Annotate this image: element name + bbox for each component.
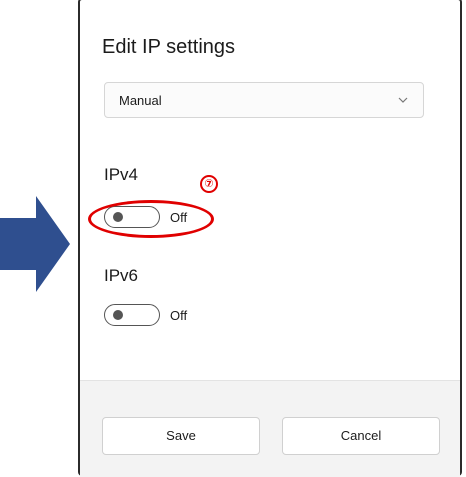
cancel-button[interactable]: Cancel <box>282 417 440 455</box>
save-button[interactable]: Save <box>102 417 260 455</box>
ipv4-toggle-highlight <box>88 200 214 238</box>
edit-ip-settings-dialog: Edit IP settings Manual IPv4 ⑦ Off IPv6 … <box>78 0 462 477</box>
ipv6-toggle-state: Off <box>170 308 188 323</box>
ipv4-label: IPv4 <box>104 165 139 184</box>
right-arrow-icon <box>0 196 70 292</box>
dialog-title: Edit IP settings <box>102 36 236 58</box>
ip-mode-select[interactable]: Manual <box>104 82 424 118</box>
dialog-footer: Save Cancel <box>80 380 460 477</box>
step-annotation: ⑦ <box>200 175 218 193</box>
ip-mode-value: Manual <box>119 93 162 108</box>
ipv6-label: IPv6 <box>104 266 139 285</box>
chevron-down-icon <box>398 97 408 103</box>
ipv6-toggle[interactable] <box>104 304 160 326</box>
toggle-knob <box>113 310 123 320</box>
